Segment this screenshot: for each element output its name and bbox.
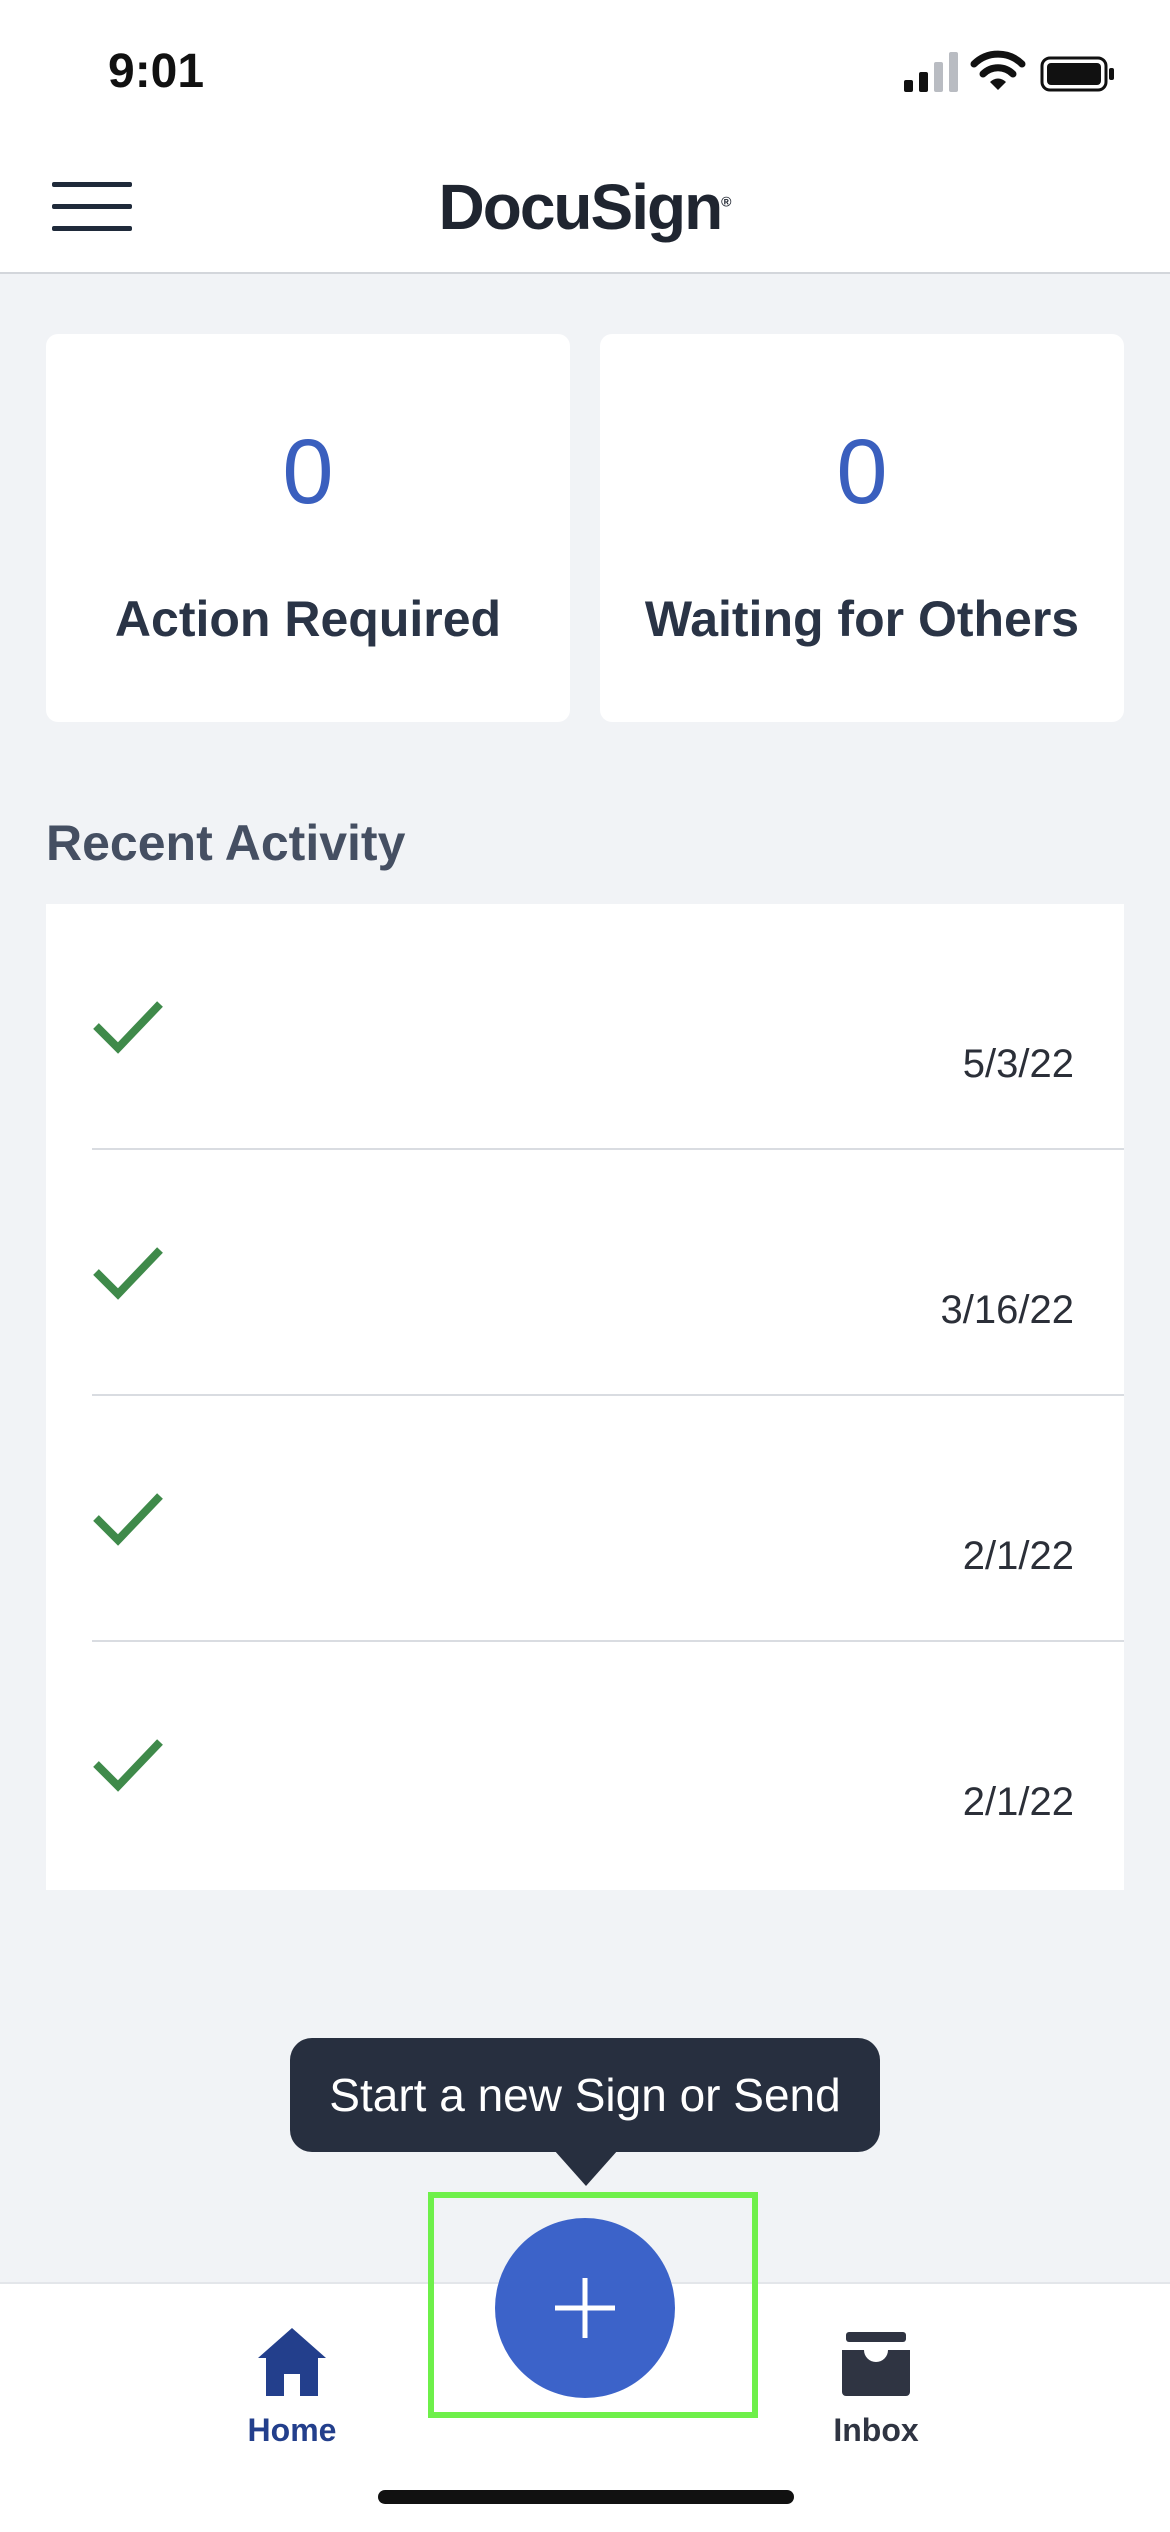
new-envelope-button[interactable]	[495, 2218, 675, 2398]
activity-item[interactable]: 5/3/22	[46, 904, 1124, 1150]
tab-home[interactable]: Home	[212, 2304, 372, 2454]
wifi-icon	[970, 50, 1026, 90]
check-icon	[93, 1493, 163, 1546]
waiting-for-others-card[interactable]: 0 Waiting for Others	[600, 334, 1124, 722]
inbox-icon	[842, 2332, 910, 2396]
home-indicator[interactable]	[378, 2490, 794, 2504]
nav-header: DocuSign®	[0, 140, 1170, 274]
docusign-logo: DocuSign®	[0, 170, 1170, 244]
cellular-signal-icon	[904, 52, 958, 92]
registered-mark: ®	[721, 193, 732, 210]
activity-date: 3/16/22	[940, 1288, 1074, 1332]
activity-date: 2/1/22	[962, 1534, 1074, 1578]
activity-date: 5/3/22	[962, 1042, 1074, 1086]
action-required-card[interactable]: 0 Action Required	[46, 334, 570, 722]
tab-home-label: Home	[247, 2412, 337, 2448]
activity-item[interactable]: 2/1/22	[46, 1396, 1124, 1642]
home-screen: 9:01 DocuSign® 0 Action Required 0 Waiti…	[0, 0, 1170, 2532]
plus-icon	[555, 2278, 615, 2338]
check-icon	[93, 1247, 163, 1300]
tab-inbox-label: Inbox	[833, 2412, 919, 2448]
tab-inbox[interactable]: Inbox	[796, 2304, 956, 2454]
activity-item[interactable]: 2/1/22	[46, 1642, 1124, 1888]
activity-date: 2/1/22	[962, 1780, 1074, 1824]
action-required-count: 0	[282, 421, 334, 523]
check-icon	[93, 1001, 163, 1054]
tooltip-arrow	[554, 2150, 618, 2186]
recent-activity-list: 5/3/22 3/16/22 2/1/22 2/1/22	[46, 904, 1124, 1890]
status-time: 9:01	[108, 45, 205, 98]
check-icon	[93, 1739, 163, 1792]
brand-name: DocuSign	[438, 171, 724, 243]
start-new-tooltip: Start a new Sign or Send	[290, 2038, 880, 2152]
waiting-for-others-count: 0	[836, 421, 888, 523]
home-icon	[258, 2328, 326, 2396]
activity-item[interactable]: 3/16/22	[46, 1150, 1124, 1396]
recent-activity-title: Recent Activity	[46, 815, 406, 871]
waiting-for-others-label: Waiting for Others	[644, 591, 1080, 647]
status-bar: 9:01	[0, 0, 1170, 140]
battery-icon	[1040, 56, 1114, 92]
action-required-label: Action Required	[114, 591, 502, 647]
